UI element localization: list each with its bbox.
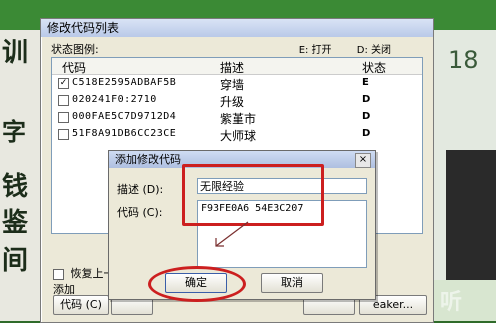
row-status: D: [362, 111, 371, 122]
row-code: 000FAE5C7D9712D4: [72, 111, 177, 122]
row-status: D: [362, 94, 371, 105]
column-header-status[interactable]: 状态: [362, 59, 386, 76]
list-item[interactable]: 020241F0:2710 升级 D: [52, 92, 422, 109]
restore-checkbox[interactable]: 恢复上一: [53, 265, 115, 281]
row-description: 穿墙: [220, 78, 245, 92]
dialog-title: 修改代码列表: [41, 19, 433, 37]
background-glyph: 钱: [2, 172, 29, 202]
list-item[interactable]: ✓ C518E2595ADBAF5B 穿墙 E: [52, 75, 422, 92]
row-code: 020241F0:2710: [72, 94, 157, 105]
row-checkbox[interactable]: [58, 112, 69, 123]
row-description: 大师球: [220, 129, 257, 143]
close-icon[interactable]: ×: [355, 153, 371, 168]
background-glyph: 字: [2, 117, 26, 146]
code-label: 代码 (C):: [117, 206, 163, 219]
column-header-code[interactable]: 代码: [62, 59, 86, 76]
background-glyph: 鉴: [2, 208, 29, 238]
row-description: 紫堇市: [220, 112, 257, 126]
row-checkbox[interactable]: [58, 129, 69, 140]
legend-disabled: D: 关闭: [356, 45, 391, 56]
checkbox-box[interactable]: [53, 268, 64, 280]
arrow-annotation-icon: [215, 221, 249, 247]
column-header-description[interactable]: 描述: [220, 59, 244, 76]
row-checkbox[interactable]: ✓: [58, 78, 69, 89]
add-code-button[interactable]: 代码 (C): [53, 295, 109, 315]
list-header: 代码 描述 状态: [52, 58, 422, 75]
background-number: 18: [448, 46, 479, 74]
watermark: 听: [440, 290, 463, 315]
status-legend-label: 状态图例:: [51, 43, 99, 56]
row-checkbox[interactable]: [58, 95, 69, 106]
row-status: D: [362, 128, 371, 139]
background-glyph: 间: [2, 246, 29, 276]
description-label: 描述 (D):: [117, 183, 164, 196]
status-legend: 状态图例: E: 打开 D: 关闭: [51, 41, 421, 56]
list-item[interactable]: 51F8A91DB6CC23CE 大师球 D: [52, 126, 422, 143]
row-code: 51F8A91DB6CC23CE: [72, 128, 177, 139]
row-code: C518E2595ADBAF5B: [72, 77, 177, 88]
background-glyph: 训: [2, 38, 29, 68]
list-item[interactable]: 000FAE5C7D9712D4 紫堇市 D: [52, 109, 422, 126]
legend-enabled: E: 打开: [298, 45, 332, 56]
highlight-rectangle: [182, 164, 324, 226]
highlight-ellipse: [148, 266, 246, 302]
row-description: 升级: [220, 95, 245, 109]
background-character: [446, 150, 496, 280]
cancel-button[interactable]: 取消: [261, 273, 323, 293]
row-status: E: [362, 77, 369, 88]
